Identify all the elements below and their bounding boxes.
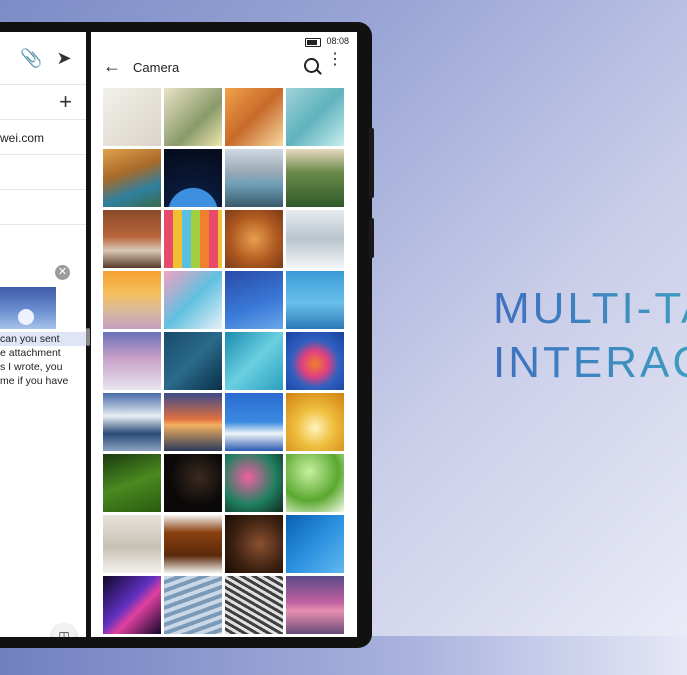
photo-thumbnail-snowfield-sunset[interactable]: [103, 332, 161, 390]
photo-thumbnail-violin[interactable]: [164, 515, 222, 573]
battery-icon: [305, 38, 321, 47]
body-line: s I wrote, you: [0, 361, 63, 373]
mail-compose-pane: 📎 ➤ + wei.com ✕ can you sent e attachmen…: [0, 32, 86, 637]
album-title: Camera: [133, 60, 180, 75]
photo-thumbnail-silver-ripples[interactable]: [164, 576, 222, 634]
photo-thumbnail-white-flowers[interactable]: [103, 88, 161, 146]
arrow-left-icon[interactable]: ←: [103, 56, 121, 77]
photo-thumbnail-boat-wake[interactable]: [164, 332, 222, 390]
body-line: me if you have: [0, 375, 69, 387]
photo-thumbnail-flower-macro[interactable]: [286, 393, 344, 451]
to-field[interactable]: +: [0, 84, 86, 120]
photo-thumbnail-metal-lines[interactable]: [225, 576, 283, 634]
photo-thumbnail-colorful-ice[interactable]: [164, 271, 222, 329]
mail-body[interactable]: can you sent e attachment s I wrote, you…: [0, 332, 86, 388]
photo-thumbnail-earth-space[interactable]: [164, 149, 222, 207]
photo-thumbnail-teacup[interactable]: [225, 88, 283, 146]
photo-thumbnail-blue-abstract[interactable]: [225, 271, 283, 329]
photo-thumbnail-wooden-house[interactable]: [103, 210, 161, 268]
photo-thumbnail-mountain-lake[interactable]: [225, 149, 283, 207]
gallery-app-bar: ← Camera ⋮: [91, 52, 357, 84]
gallery-pane: 08:08 ← Camera ⋮: [91, 32, 357, 637]
status-bar: 08:08: [91, 32, 357, 52]
photo-thumbnail-cello-scroll[interactable]: [225, 515, 283, 573]
search-icon[interactable]: [304, 58, 319, 73]
attachment-icon[interactable]: 📎: [20, 48, 42, 68]
headline-line: INTERAC: [493, 338, 687, 387]
body-line: can you sent: [0, 332, 86, 346]
photo-thumbnail-snow-mountain-reflection[interactable]: [103, 393, 161, 451]
moon-shape: [18, 309, 34, 325]
photo-thumbnail-water-ripples[interactable]: [286, 88, 344, 146]
recipient-row[interactable]: wei.com: [0, 119, 86, 155]
side-button: [369, 128, 374, 198]
photo-thumbnail-sunset-lake[interactable]: [164, 393, 222, 451]
side-button: [369, 218, 374, 258]
photo-thumbnail-blue-gradient[interactable]: [286, 515, 344, 573]
photo-thumbnail-white-sofa[interactable]: [103, 515, 161, 573]
photo-thumbnail-ocean-horizon[interactable]: [286, 271, 344, 329]
foldable-phone: 📎 ➤ + wei.com ✕ can you sent e attachmen…: [0, 22, 372, 648]
photo-thumbnail-island-coast[interactable]: [225, 393, 283, 451]
status-time: 08:08: [326, 36, 349, 46]
headline-line: MULTI-TA: [493, 284, 681, 333]
photo-thumbnail-pier-sunset[interactable]: [286, 576, 344, 634]
photo-thumbnail-green-leaves[interactable]: [286, 454, 344, 512]
photo-thumbnail-teal-wave[interactable]: [225, 332, 283, 390]
photo-thumbnail-snowy-trees[interactable]: [286, 210, 344, 268]
photo-thumbnail-lemon-drink[interactable]: [164, 88, 222, 146]
photo-thumbnail-pine-forest[interactable]: [286, 149, 344, 207]
send-icon[interactable]: ➤: [54, 48, 74, 68]
add-recipient-icon[interactable]: +: [59, 89, 72, 115]
attachment-thumbnail[interactable]: [0, 287, 56, 329]
recipient-address: wei.com: [0, 131, 45, 145]
body-line: e attachment: [0, 347, 61, 359]
multi-window-switch-icon[interactable]: ◫: [52, 624, 76, 637]
subject-field[interactable]: [0, 189, 86, 225]
photo-thumbnail-silhouette-dancer[interactable]: [164, 454, 222, 512]
photo-thumbnail-golden-field[interactable]: [103, 271, 161, 329]
cc-field[interactable]: [0, 154, 86, 190]
photo-thumbnail-pink-flowers[interactable]: [225, 454, 283, 512]
photo-thumbnail-croissant[interactable]: [225, 210, 283, 268]
mail-toolbar: 📎 ➤: [0, 32, 86, 85]
photo-thumbnail-purple-waves[interactable]: [103, 576, 161, 634]
headline: MULTI-TA INTERAC: [493, 282, 687, 390]
photo-thumbnail-green-field[interactable]: [103, 454, 161, 512]
photo-thumbnail-macarons[interactable]: [164, 210, 222, 268]
photo-thumbnail-river-forest[interactable]: [103, 149, 161, 207]
more-vertical-icon[interactable]: ⋮: [327, 52, 343, 68]
split-divider-handle[interactable]: [86, 328, 90, 346]
remove-attachment-icon[interactable]: ✕: [55, 265, 70, 280]
photo-thumbnail-paint-splash[interactable]: [286, 332, 344, 390]
